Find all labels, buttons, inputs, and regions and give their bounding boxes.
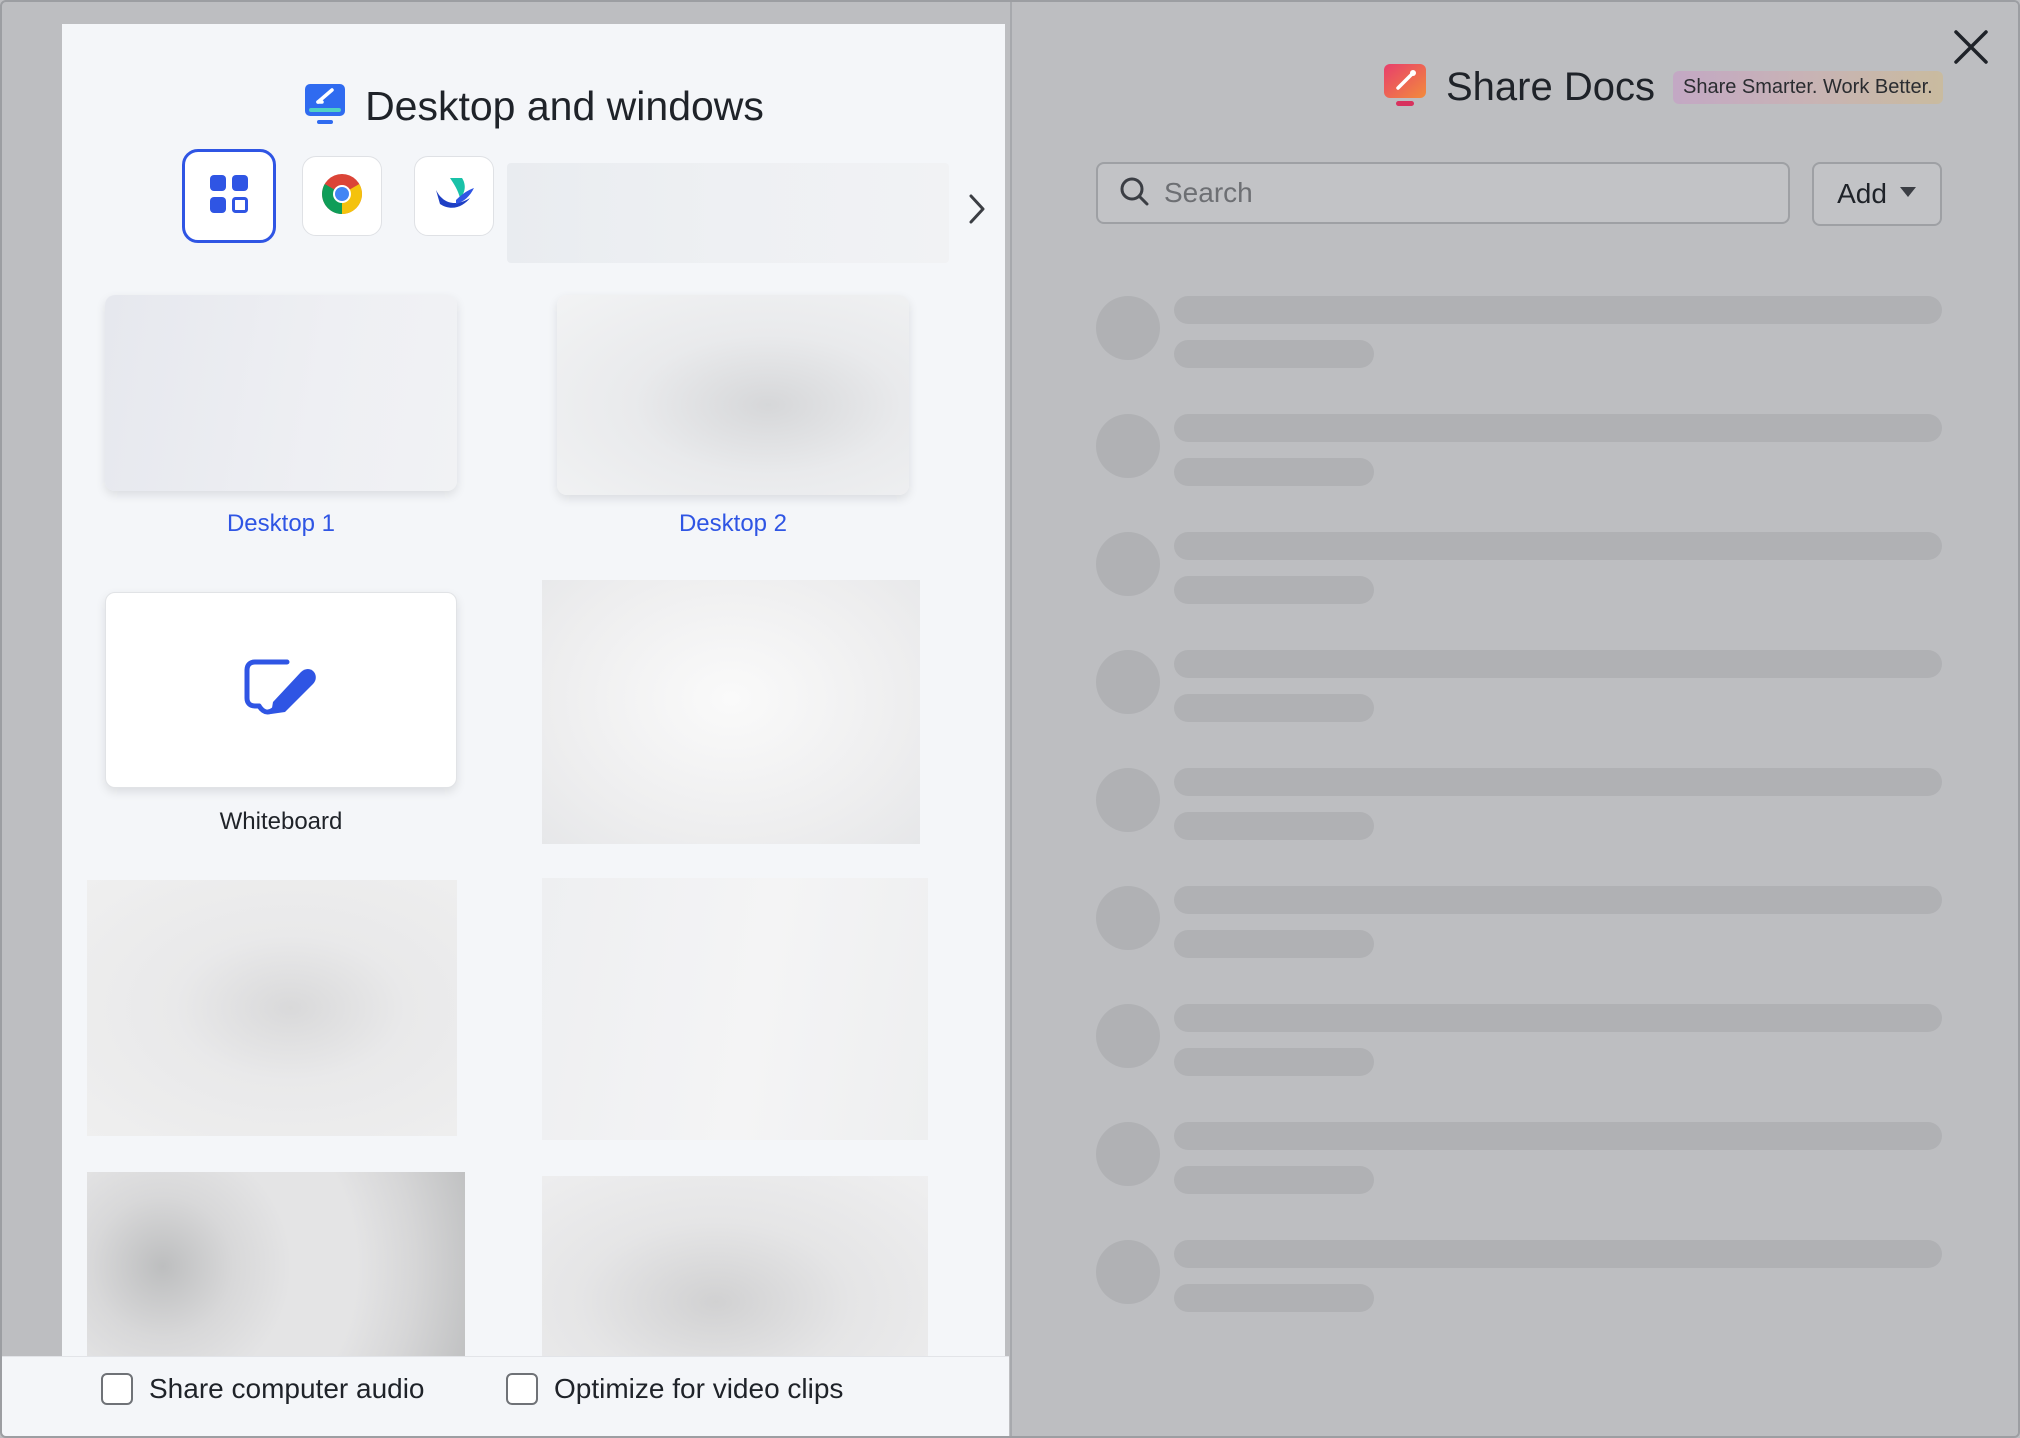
tab-all-apps[interactable] bbox=[182, 149, 276, 243]
window-thumbnail[interactable] bbox=[542, 580, 920, 844]
loading-skeleton-row bbox=[1096, 414, 1942, 486]
chrome-icon bbox=[320, 172, 364, 221]
optimize-video-option[interactable]: Optimize for video clips bbox=[506, 1373, 843, 1405]
tagline-badge: Share Smarter. Work Better. bbox=[1672, 70, 1943, 104]
share-docs-icon bbox=[1382, 62, 1428, 113]
whiteboard-icon bbox=[243, 656, 319, 725]
optimize-video-checkbox[interactable] bbox=[506, 1373, 538, 1405]
search-placeholder: Search bbox=[1164, 177, 1253, 208]
right-header: Share Docs Share Smarter. Work Better. bbox=[1382, 60, 1943, 114]
tab-lark[interactable] bbox=[414, 156, 494, 236]
lark-icon bbox=[432, 172, 476, 221]
chevron-right-icon bbox=[966, 192, 988, 231]
window-thumbnail[interactable] bbox=[87, 1172, 465, 1382]
whiteboard-thumbnail[interactable] bbox=[105, 592, 457, 788]
window-thumbnail[interactable] bbox=[542, 1176, 928, 1386]
left-header: Desktop and windows bbox=[62, 76, 1005, 136]
window-thumbnail[interactable] bbox=[542, 878, 928, 1140]
desktop-share-icon bbox=[303, 82, 347, 131]
desktop-2-thumbnail[interactable] bbox=[557, 295, 909, 495]
share-audio-checkbox[interactable] bbox=[101, 1373, 133, 1405]
caret-down-icon bbox=[1899, 185, 1917, 203]
tab-chrome[interactable] bbox=[302, 156, 382, 236]
grid-icon bbox=[208, 173, 250, 220]
loading-skeleton-row bbox=[1096, 650, 1942, 722]
search-input[interactable]: Search bbox=[1096, 162, 1790, 224]
loading-skeleton-row bbox=[1096, 1004, 1942, 1076]
whiteboard-label[interactable]: Whiteboard bbox=[105, 808, 457, 836]
desktop-1-thumbnail[interactable] bbox=[105, 295, 457, 491]
optimize-video-label[interactable]: Optimize for video clips bbox=[554, 1373, 843, 1405]
add-button-label: Add bbox=[1837, 178, 1887, 209]
panel-title: Desktop and windows bbox=[365, 82, 764, 129]
tabs-next-button[interactable] bbox=[957, 186, 997, 236]
loading-skeleton-row bbox=[1096, 532, 1942, 604]
source-tabs bbox=[122, 146, 985, 263]
tab-placeholder bbox=[507, 163, 949, 263]
share-audio-label[interactable]: Share computer audio bbox=[149, 1373, 425, 1405]
loading-skeleton-row bbox=[1096, 296, 1942, 368]
share-audio-option[interactable]: Share computer audio bbox=[101, 1373, 425, 1405]
loading-skeleton-row bbox=[1096, 1122, 1942, 1194]
search-icon bbox=[1118, 175, 1150, 212]
share-docs-panel: Share Docs Share Smarter. Work Better. S… bbox=[1010, 2, 2018, 1436]
add-button[interactable]: Add bbox=[1812, 162, 1942, 226]
window-thumbnail[interactable] bbox=[87, 880, 457, 1136]
share-options-bar: Share computer audio Optimize for video … bbox=[2, 1356, 1009, 1436]
desktop-windows-panel: Desktop and windows Desktop 1 Desktop 2 … bbox=[62, 24, 1005, 1426]
share-docs-title: Share Docs bbox=[1446, 64, 1655, 109]
screen-share-dialog: Desktop and windows Desktop 1 Desktop 2 … bbox=[0, 0, 2020, 1438]
loading-skeleton-row bbox=[1096, 768, 1942, 840]
loading-skeleton-row bbox=[1096, 1240, 1942, 1312]
desktop-2-label[interactable]: Desktop 2 bbox=[557, 510, 909, 538]
loading-skeleton-row bbox=[1096, 886, 1942, 958]
close-icon bbox=[1948, 30, 1994, 74]
desktop-1-label[interactable]: Desktop 1 bbox=[105, 510, 457, 538]
close-button[interactable] bbox=[1948, 24, 1994, 70]
